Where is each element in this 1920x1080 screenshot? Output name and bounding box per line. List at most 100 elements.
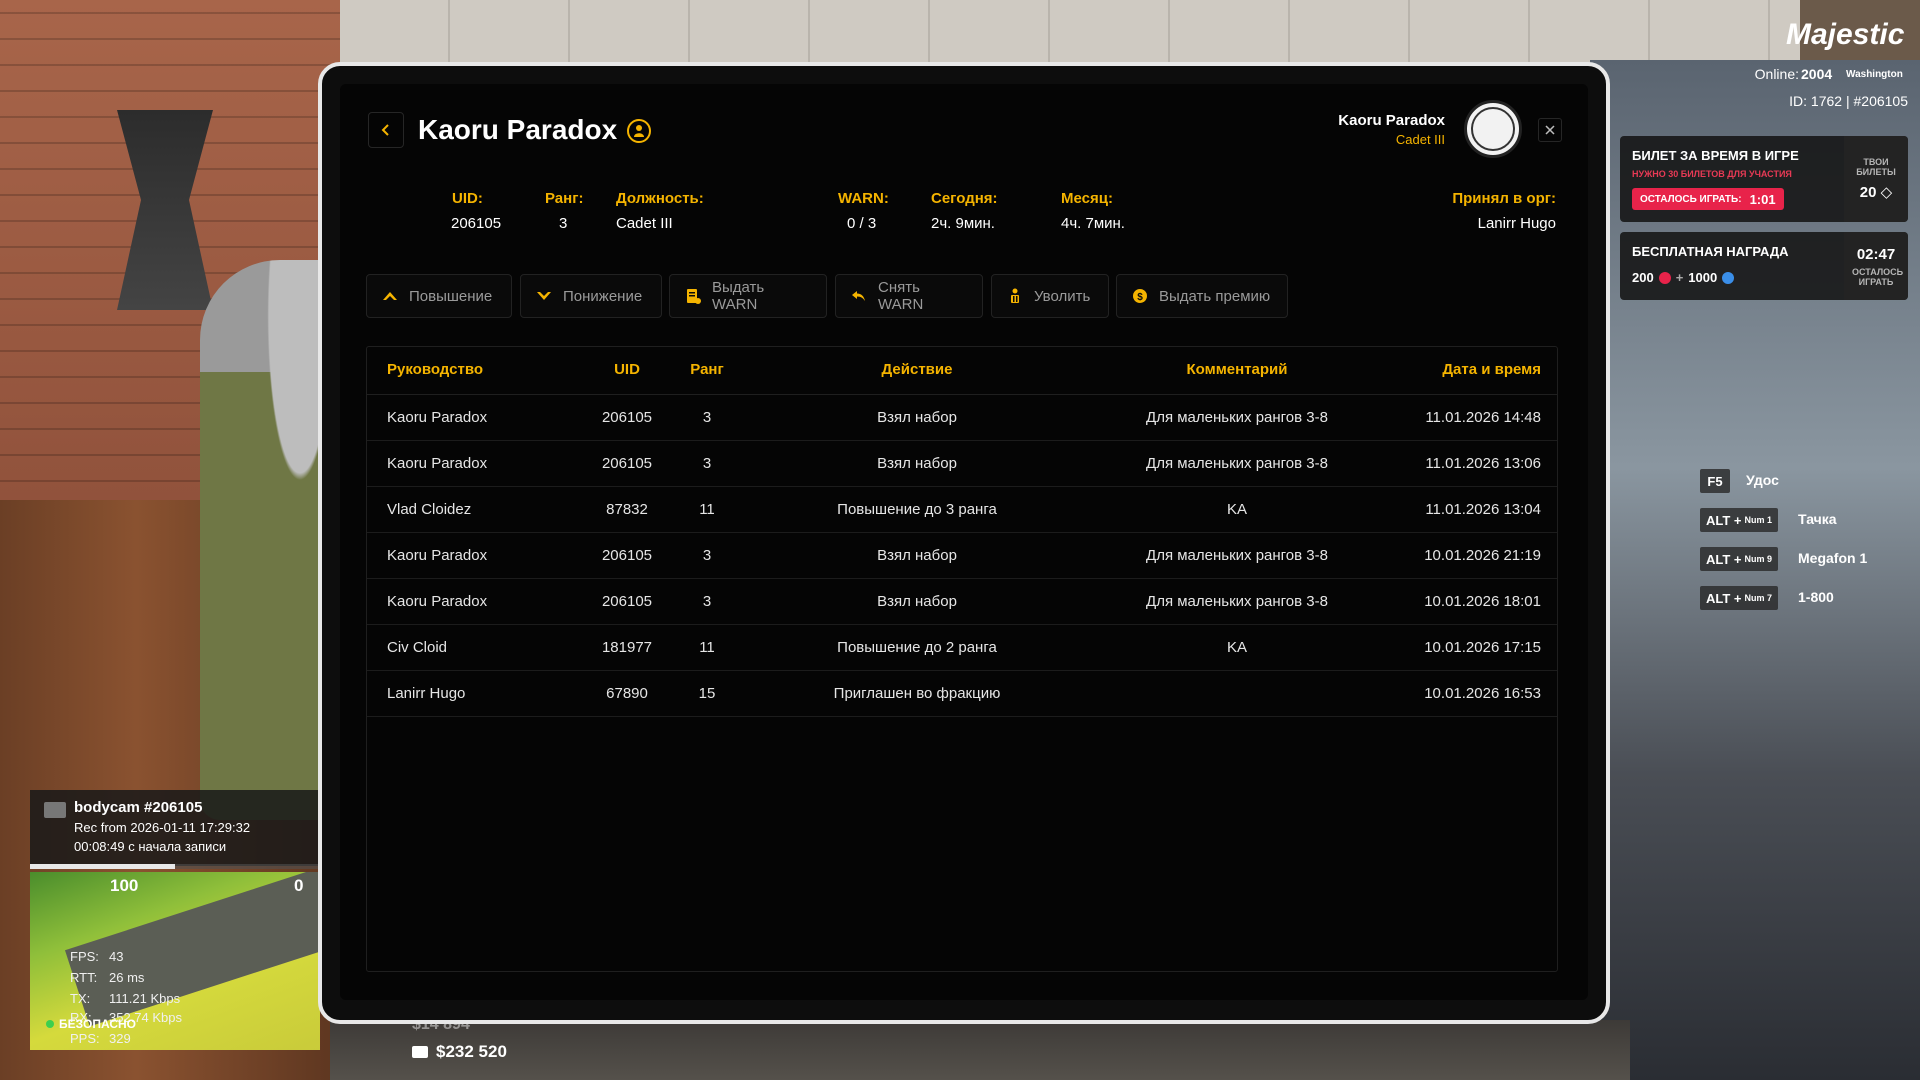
table-row: Lanirr Hugo 67890 15 Приглашен во фракци… bbox=[367, 671, 1557, 717]
stat-label: FPS: bbox=[70, 949, 99, 964]
header-user-name: Kaoru Paradox bbox=[1338, 112, 1445, 129]
table-row: Kaoru Paradox 206105 3 Взял набор Для ма… bbox=[367, 579, 1557, 625]
hotkey-mod: Num 9 bbox=[1744, 554, 1773, 564]
back-button[interactable] bbox=[368, 112, 404, 148]
col-action: Действие bbox=[881, 361, 953, 378]
ticket-timer-value: 1:01 bbox=[1749, 191, 1776, 207]
cell-rank: 3 bbox=[702, 547, 712, 564]
cell-datetime: 10.01.2026 17:15 bbox=[1424, 639, 1541, 656]
remove-warn-button[interactable]: Снять WARN bbox=[835, 274, 983, 318]
cell-uid: 206105 bbox=[601, 547, 653, 564]
drop-icon bbox=[1722, 271, 1735, 284]
cell-manager: Kaoru Paradox bbox=[387, 547, 488, 564]
close-icon bbox=[1545, 125, 1555, 135]
remove-warn-label: Снять WARN bbox=[878, 279, 924, 313]
table-row: Kaoru Paradox 206105 3 Взял набор Для ма… bbox=[367, 533, 1557, 579]
fire-label: Уволить bbox=[1034, 287, 1091, 305]
cell-rank: 3 bbox=[702, 455, 712, 472]
reward-card: БЕСПЛАТНАЯ НАГРАДА 200 + 1000 02:47 ОСТА… bbox=[1620, 232, 1908, 300]
hotkey-label-4: 1-800 bbox=[1798, 589, 1834, 605]
fire-button[interactable]: Уволить bbox=[991, 274, 1109, 318]
hotkey-alt-num9: ALT + Num 9 bbox=[1700, 547, 1778, 571]
ticket-card: БИЛЕТ ЗА ВРЕМЯ В ИГРЕ НУЖНО 30 БИЛЕТОВ Д… bbox=[1620, 136, 1908, 222]
cell-manager: Kaoru Paradox bbox=[387, 409, 488, 426]
table-header: Руководство UID Ранг Действие Комментари… bbox=[367, 347, 1557, 395]
close-button[interactable] bbox=[1538, 118, 1562, 142]
cell-comment: Для маленьких рангов 3-8 bbox=[1146, 409, 1328, 426]
reward-title: БЕСПЛАТНАЯ НАГРАДА bbox=[1632, 244, 1789, 259]
today-label: Сегодня: bbox=[931, 190, 998, 207]
stat-value: 26 ms bbox=[109, 970, 145, 985]
give-warn-button[interactable]: Выдать WARN bbox=[669, 274, 827, 318]
reward-plus: + bbox=[1675, 270, 1684, 285]
col-rank: Ранг bbox=[690, 361, 724, 378]
col-uid: UID bbox=[614, 361, 640, 378]
table-row: Kaoru Paradox 206105 3 Взял набор Для ма… bbox=[367, 441, 1557, 487]
faction-seal-icon bbox=[1464, 100, 1522, 158]
cell-manager: Vlad Cloidez bbox=[387, 501, 472, 518]
seal-ring bbox=[1471, 107, 1515, 151]
armor-value: 0 bbox=[294, 876, 304, 895]
give-bonus-button[interactable]: $ Выдать премию bbox=[1116, 274, 1288, 318]
cell-rank: 3 bbox=[702, 593, 712, 610]
reward-side: 02:47 ОСТАЛОСЬ ИГРАТЬ bbox=[1844, 232, 1908, 300]
hotkey-f5: F5 bbox=[1700, 469, 1730, 493]
col-comment: Комментарий bbox=[1186, 361, 1288, 378]
cell-action: Взял набор bbox=[877, 547, 957, 564]
month-value: 4ч. 7мин. bbox=[1061, 215, 1125, 232]
rtt-stat: RTT: 26 ms bbox=[70, 970, 144, 985]
cell-comment: KA bbox=[1226, 639, 1247, 656]
bodycam-elapsed: 00:08:49 с начала записи bbox=[74, 839, 227, 854]
hotkey-mod: Num 7 bbox=[1744, 593, 1773, 603]
reward-value-b: 1000 bbox=[1688, 270, 1718, 285]
cell-uid: 181977 bbox=[601, 639, 653, 656]
stat-value: 43 bbox=[109, 949, 124, 964]
stat-label: PPS: bbox=[70, 1031, 100, 1046]
person-glyph bbox=[634, 125, 644, 137]
ticket-icon: ◇ bbox=[1880, 184, 1893, 201]
cell-datetime: 11.01.2026 13:06 bbox=[1425, 455, 1541, 472]
cell-datetime: 10.01.2026 21:19 bbox=[1424, 547, 1541, 564]
cell-uid: 206105 bbox=[601, 593, 653, 610]
cell-comment: KA bbox=[1226, 501, 1247, 518]
wallet-icon bbox=[412, 1046, 428, 1058]
promote-button[interactable]: Повышение bbox=[366, 274, 512, 318]
document-warn-icon bbox=[684, 287, 702, 305]
warn-label: WARN: bbox=[838, 190, 889, 207]
ticket-timer-pill: ОСТАЛОСЬ ИГРАТЬ: 1:01 bbox=[1632, 188, 1784, 210]
hired-by-value: Lanirr Hugo bbox=[1477, 215, 1556, 232]
brand-logo: Majestic bbox=[1786, 18, 1905, 51]
safe-label: БЕЗОПАСНО bbox=[59, 1017, 136, 1031]
promote-label: Повышение bbox=[409, 287, 493, 305]
chevron-down-icon bbox=[535, 287, 553, 305]
fps-stat: FPS: 43 bbox=[70, 949, 123, 964]
position-label: Должность: bbox=[616, 190, 704, 207]
cell-uid: 206105 bbox=[601, 409, 653, 426]
cell-uid: 67890 bbox=[606, 685, 648, 702]
hotkey-mod: Num 1 bbox=[1744, 515, 1773, 525]
cell-action: Повышение до 3 ранга bbox=[837, 501, 997, 518]
cell-uid: 87832 bbox=[606, 501, 648, 518]
cell-datetime: 10.01.2026 18:01 bbox=[1424, 593, 1541, 610]
ticket-count: 20 ◇ bbox=[1860, 183, 1892, 201]
header-user-rank: Cadet III bbox=[1395, 132, 1445, 147]
cell-rank: 11 bbox=[699, 639, 715, 656]
stat-label: TX: bbox=[70, 991, 91, 1006]
ticket-subtitle: НУЖНО 30 БИЛЕТОВ ДЛЯ УЧАСТИЯ bbox=[1632, 169, 1792, 179]
hotkey-key: ALT + bbox=[1705, 512, 1742, 528]
camera-icon bbox=[44, 802, 66, 818]
cell-manager: Kaoru Paradox bbox=[387, 455, 488, 472]
cell-datetime: 11.01.2026 14:48 bbox=[1425, 409, 1541, 426]
ticket-title: БИЛЕТ ЗА ВРЕМЯ В ИГРЕ bbox=[1632, 148, 1799, 163]
today-value: 2ч. 9мин. bbox=[931, 215, 995, 232]
cell-manager: Kaoru Paradox bbox=[387, 593, 488, 610]
svg-text:$: $ bbox=[1137, 292, 1143, 303]
stat-label: RTT: bbox=[70, 970, 98, 985]
tx-stat: TX: 111.21 Kbps bbox=[70, 991, 180, 1006]
cell-action: Приглашен во фракцию bbox=[833, 685, 1001, 702]
floor bbox=[330, 1020, 1630, 1080]
demote-button[interactable]: Понижение bbox=[520, 274, 662, 318]
stat-value: 111.21 Kbps bbox=[109, 991, 181, 1006]
safe-dot-icon bbox=[46, 1020, 54, 1028]
cell-rank: 15 bbox=[698, 685, 716, 702]
